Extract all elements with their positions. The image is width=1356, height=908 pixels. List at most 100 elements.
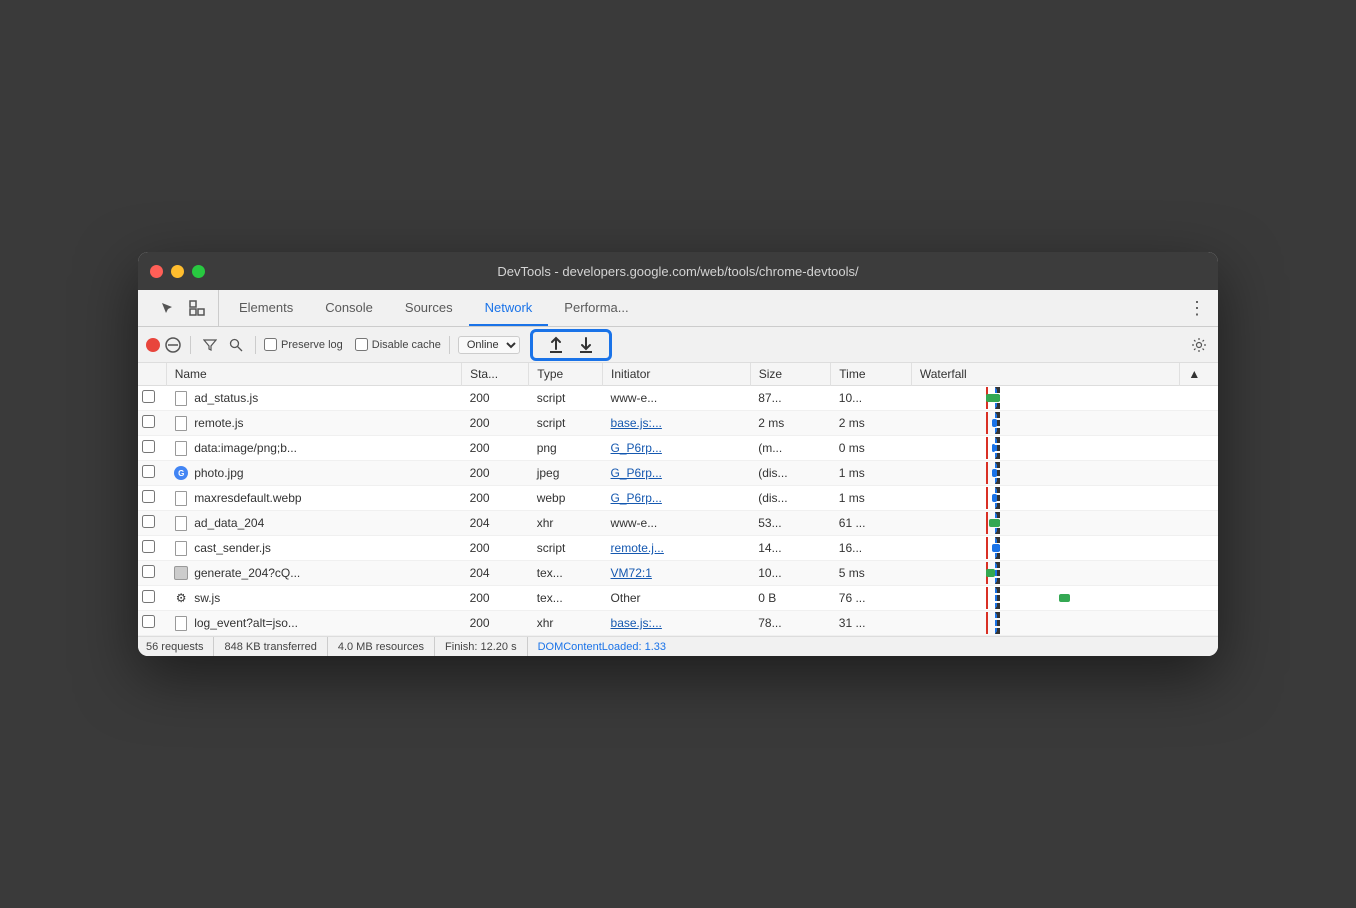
- table-row[interactable]: ⚙sw.js200tex...Other0 B76 ...: [138, 586, 1218, 611]
- filter-button[interactable]: [199, 334, 221, 356]
- row-initiator[interactable]: remote.j...: [603, 536, 751, 561]
- col-waterfall[interactable]: Waterfall: [911, 363, 1180, 386]
- row-name: remote.js: [194, 416, 243, 430]
- col-size[interactable]: Size: [750, 363, 831, 386]
- row-name: maxresdefault.webp: [194, 491, 301, 505]
- upload-download-box: [530, 329, 612, 361]
- row-initiator[interactable]: base.js:...: [603, 411, 751, 436]
- col-time[interactable]: Time: [831, 363, 912, 386]
- waterfall-red-line: [986, 412, 988, 434]
- col-status[interactable]: Sta...: [462, 363, 529, 386]
- row-time: 76 ...: [831, 586, 912, 611]
- row-size: 10...: [750, 561, 831, 586]
- row-size: 78...: [750, 611, 831, 636]
- close-button[interactable]: [150, 265, 163, 278]
- tab-sources[interactable]: Sources: [389, 290, 469, 326]
- waterfall-red-line: [986, 462, 988, 484]
- maximize-button[interactable]: [192, 265, 205, 278]
- table-row[interactable]: Gphoto.jpg200jpegG_P6rp...(dis...1 ms: [138, 461, 1218, 486]
- waterfall-blue-line: [995, 612, 1000, 634]
- row-checkbox[interactable]: [142, 615, 155, 628]
- toolbar-icons: [146, 290, 219, 326]
- file-icon: [174, 490, 188, 506]
- initiator-link[interactable]: remote.j...: [611, 541, 664, 555]
- row-status: 204: [462, 511, 529, 536]
- initiator-link[interactable]: G_P6rp...: [611, 466, 662, 480]
- disable-cache-label[interactable]: Disable cache: [355, 338, 441, 351]
- tab-performance[interactable]: Performa...: [548, 290, 644, 326]
- inspect-icon-btn[interactable]: [184, 295, 210, 321]
- row-initiator[interactable]: base.js:...: [603, 611, 751, 636]
- row-waterfall: [911, 461, 1180, 486]
- waterfall-bar: [1059, 594, 1070, 602]
- upload-button[interactable]: [547, 336, 565, 354]
- row-name: ad_data_204: [194, 516, 264, 530]
- table-row[interactable]: ad_data_204204xhrwww-e...53...61 ...: [138, 511, 1218, 536]
- table-row[interactable]: remote.js200scriptbase.js:...2 ms2 ms: [138, 411, 1218, 436]
- tab-network[interactable]: Network: [469, 290, 549, 326]
- table-row[interactable]: generate_204?cQ...204tex...VM72:110...5 …: [138, 561, 1218, 586]
- waterfall-bar: [989, 519, 1000, 527]
- row-checkbox[interactable]: [142, 565, 155, 578]
- row-time: 5 ms: [831, 561, 912, 586]
- initiator-link[interactable]: base.js:...: [611, 416, 662, 430]
- row-checkbox[interactable]: [142, 590, 155, 603]
- row-initiator[interactable]: VM72:1: [603, 561, 751, 586]
- row-size: 0 B: [750, 586, 831, 611]
- cursor-icon-btn[interactable]: [154, 295, 180, 321]
- tab-console[interactable]: Console: [309, 290, 389, 326]
- row-time: 10...: [831, 386, 912, 411]
- row-checkbox[interactable]: [142, 440, 155, 453]
- tab-elements[interactable]: Elements: [223, 290, 309, 326]
- col-name[interactable]: Name: [166, 363, 461, 386]
- row-time: 2 ms: [831, 411, 912, 436]
- table-row[interactable]: cast_sender.js200scriptremote.j...14...1…: [138, 536, 1218, 561]
- gear-file-icon: ⚙: [174, 590, 188, 606]
- initiator-link[interactable]: VM72:1: [611, 566, 652, 580]
- row-waterfall: [911, 586, 1180, 611]
- row-type: tex...: [529, 561, 603, 586]
- record-button[interactable]: [146, 338, 160, 352]
- file-icon: [174, 440, 188, 456]
- minimize-button[interactable]: [171, 265, 184, 278]
- row-waterfall: [911, 386, 1180, 411]
- row-size: (dis...: [750, 486, 831, 511]
- cursor-icon: [160, 301, 174, 315]
- waterfall-red-line: [986, 437, 988, 459]
- row-checkbox[interactable]: [142, 540, 155, 553]
- download-button[interactable]: [577, 336, 595, 354]
- waterfall-bar: [992, 419, 997, 427]
- initiator-link[interactable]: G_P6rp...: [611, 441, 662, 455]
- row-initiator[interactable]: G_P6rp...: [603, 461, 751, 486]
- table-row[interactable]: ad_status.js200scriptwww-e...87...10...: [138, 386, 1218, 411]
- row-initiator[interactable]: G_P6rp...: [603, 486, 751, 511]
- settings-button[interactable]: [1188, 334, 1210, 356]
- row-waterfall: [911, 411, 1180, 436]
- row-initiator[interactable]: G_P6rp...: [603, 436, 751, 461]
- preserve-log-checkbox[interactable]: [264, 338, 277, 351]
- col-initiator[interactable]: Initiator: [603, 363, 751, 386]
- stop-recording-button[interactable]: [164, 336, 182, 354]
- row-size: 87...: [750, 386, 831, 411]
- waterfall-blue-line: [995, 437, 1000, 459]
- row-checkbox[interactable]: [142, 490, 155, 503]
- waterfall-blue-line: [995, 587, 1000, 609]
- row-checkbox[interactable]: [142, 515, 155, 528]
- col-sort[interactable]: ▲: [1180, 363, 1218, 386]
- throttle-select[interactable]: Online: [458, 336, 520, 354]
- table-row[interactable]: log_event?alt=jso...200xhrbase.js:...78.…: [138, 611, 1218, 636]
- search-button[interactable]: [225, 334, 247, 356]
- disable-cache-checkbox[interactable]: [355, 338, 368, 351]
- more-tabs-button[interactable]: ⋮: [1184, 295, 1210, 321]
- initiator-link[interactable]: G_P6rp...: [611, 491, 662, 505]
- row-status: 200: [462, 411, 529, 436]
- table-row[interactable]: maxresdefault.webp200webpG_P6rp...(dis..…: [138, 486, 1218, 511]
- preserve-log-label[interactable]: Preserve log: [264, 338, 343, 351]
- row-checkbox[interactable]: [142, 390, 155, 403]
- row-checkbox[interactable]: [142, 415, 155, 428]
- table-row[interactable]: data:image/png;b...200pngG_P6rp...(m...0…: [138, 436, 1218, 461]
- row-size: 53...: [750, 511, 831, 536]
- col-type[interactable]: Type: [529, 363, 603, 386]
- initiator-link[interactable]: base.js:...: [611, 616, 662, 630]
- row-checkbox[interactable]: [142, 465, 155, 478]
